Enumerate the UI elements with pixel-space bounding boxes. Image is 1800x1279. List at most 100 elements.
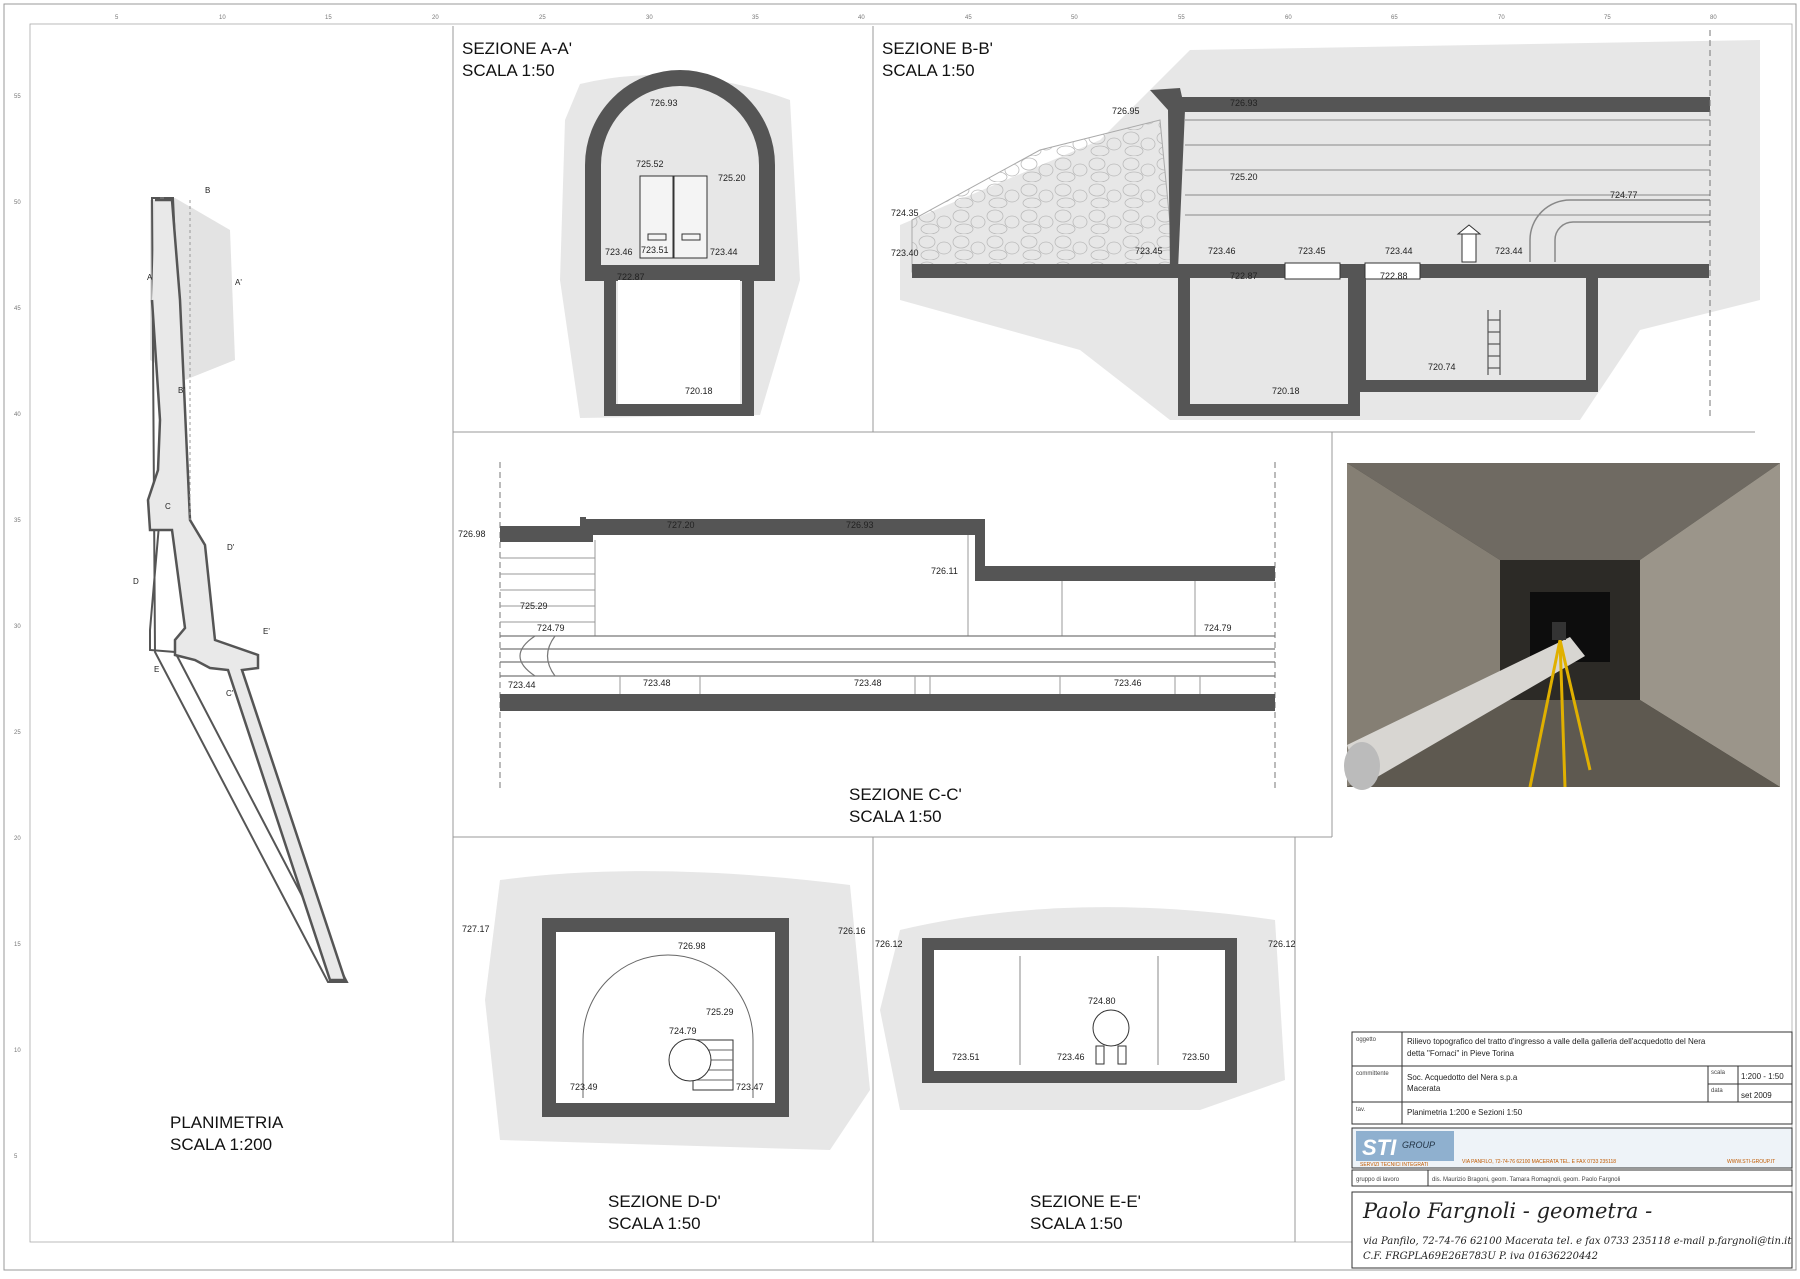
ruler-tick: 40	[858, 15, 865, 21]
elev-aa: 725.20	[718, 173, 746, 183]
oggetto-label: oggetto	[1356, 1037, 1377, 1043]
ruler-tick: 50	[1071, 15, 1078, 21]
cc-roof	[500, 517, 1275, 581]
planimetria-scale: SCALA 1:200	[170, 1135, 272, 1154]
tunnel-plan-body	[146, 198, 347, 982]
elev-aa: 722.87	[617, 272, 645, 282]
section-ee: 726.12 726.12 724.80 723.51 723.46 723.5…	[875, 907, 1296, 1233]
ruler-tick: 30	[646, 15, 653, 21]
section-bb: SEZIONE B-B' SCALA 1:50 726.95 726.93 72…	[882, 30, 1760, 420]
data-value: set 2009	[1741, 1091, 1772, 1100]
elev-cc: 726.93	[846, 520, 874, 530]
ruler-tick: 35	[14, 518, 21, 524]
section-aa: SEZIONE A-A' SCALA 1:50 726.93 725.52 72…	[462, 39, 800, 418]
title-block: oggetto Rilievo topografico del tratto d…	[1351, 1031, 1793, 1269]
ruler-tick: 5	[115, 15, 119, 21]
section-aa-title: SEZIONE A-A'	[462, 39, 572, 58]
elev-ee: 724.80	[1088, 996, 1116, 1006]
ruler-tick: 25	[539, 15, 546, 21]
elev-dd: 726.98	[678, 941, 706, 951]
elev-aa: 723.51	[641, 245, 669, 255]
signature-address: via Panfilo, 72-74-76 62100 Macerata tel…	[1363, 1236, 1792, 1247]
section-ee-scale: SCALA 1:50	[1030, 1214, 1123, 1233]
plan-label-e2: E'	[263, 627, 270, 636]
elev-cc: 723.48	[854, 678, 882, 688]
plan-label-d: D	[133, 577, 139, 586]
ruler-tick: 10	[14, 1048, 21, 1054]
ruler-tick: 65	[1391, 15, 1398, 21]
cc-pipe	[500, 635, 1275, 677]
elev-bb: 724.35	[891, 208, 919, 218]
plan-label-a: A	[147, 273, 153, 282]
ruler-tick: 45	[965, 15, 972, 21]
elev-ee: 723.46	[1057, 1052, 1085, 1062]
sti-logo-sub: SERVIZI TECNICI INTEGRATI	[1360, 1162, 1428, 1168]
ruler-tick: 55	[14, 94, 21, 100]
elev-bb: 723.44	[1385, 246, 1413, 256]
elev-dd: 724.79	[669, 1026, 697, 1036]
tunnel-photo	[1344, 463, 1780, 790]
door-right	[673, 175, 708, 259]
elev-bb: 723.46	[1208, 246, 1236, 256]
elev-dd: 727.17	[462, 924, 490, 934]
ruler-tick: 5	[14, 1154, 18, 1160]
elev-dd: 723.47	[736, 1082, 764, 1092]
elev-aa: 723.44	[710, 247, 738, 257]
ruler-tick: 25	[14, 730, 21, 736]
ruler-tick: 75	[1604, 15, 1611, 21]
elev-aa: 720.18	[685, 386, 713, 396]
elev-cc: 723.46	[1114, 678, 1142, 688]
scala-label: scala	[1711, 1070, 1726, 1076]
sti-logo-address: VIA PANFILO, 72-74-76 62100 MACERATA TEL…	[1462, 1159, 1616, 1165]
plan-label-c2: C'	[226, 689, 234, 698]
committente-line1: Soc. Acquedotto del Nera s.p.a	[1407, 1073, 1518, 1082]
elev-cc: 724.79	[1204, 623, 1232, 633]
committente-line2: Macerata	[1407, 1084, 1441, 1093]
sti-logo-web: WWW.STI-GROUP.IT	[1727, 1159, 1775, 1165]
ruler-tick: 60	[1285, 15, 1292, 21]
elev-ee: 726.12	[1268, 939, 1296, 949]
elev-ee: 723.50	[1182, 1052, 1210, 1062]
ruler-tick: 20	[432, 15, 439, 21]
elev-bb: 723.45	[1135, 246, 1163, 256]
gruppo-value: dis. Maurizio Bragoni, geom. Tamara Roma…	[1432, 1177, 1620, 1183]
section-cc-title: SEZIONE C-C'	[849, 785, 962, 804]
gruppo-label: gruppo di lavoro	[1356, 1177, 1400, 1183]
cc-floor	[500, 694, 1275, 711]
elev-cc: 726.98	[458, 529, 486, 539]
elev-ee: 726.12	[875, 939, 903, 949]
plan-view: B A A' B' C D D' E E' C' PLANIMETRIA SCA…	[133, 186, 349, 1154]
oggetto-line2: detta "Fornaci" in Pieve Torina	[1407, 1049, 1514, 1058]
elev-cc: 723.44	[508, 680, 536, 690]
elev-cc: 725.29	[520, 601, 548, 611]
section-cc-scale: SCALA 1:50	[849, 807, 942, 826]
elev-cc: 723.48	[643, 678, 671, 688]
ruler-tick: 45	[14, 306, 21, 312]
ruler-tick: 35	[752, 15, 759, 21]
elev-aa: 723.46	[605, 247, 633, 257]
signature-cf: C.F. FRGPLA69E26E783U P. iva 01636220442	[1363, 1251, 1598, 1262]
elev-bb: 724.77	[1610, 190, 1638, 200]
plan-label-b: B	[205, 186, 210, 195]
signature-name: Paolo Fargnoli - geometra -	[1362, 1199, 1652, 1223]
ruler-tick: 55	[1178, 15, 1185, 21]
ruler-tick: 30	[14, 624, 21, 630]
section-bb-title: SEZIONE B-B'	[882, 39, 993, 58]
section-dd-title: SEZIONE D-D'	[608, 1192, 721, 1211]
ruler-tick: 50	[14, 200, 21, 206]
plan-label-a2: A'	[235, 278, 242, 287]
oggetto-line1: Rilievo topografico del tratto d'ingress…	[1407, 1037, 1706, 1046]
elev-bb: 726.93	[1230, 98, 1258, 108]
ruler-tick: 40	[14, 412, 21, 418]
ruler-tick: 10	[219, 15, 226, 21]
elev-bb: 723.40	[891, 248, 919, 258]
elev-bb: 723.44	[1495, 246, 1523, 256]
tunnel-roof	[1180, 97, 1710, 112]
elev-bb: 723.45	[1298, 246, 1326, 256]
elev-dd: 725.29	[706, 1007, 734, 1017]
plan-label-c: C	[165, 502, 171, 511]
planimetria-title: PLANIMETRIA	[170, 1113, 284, 1132]
elev-bb: 720.74	[1428, 362, 1456, 372]
sti-logo-group: GROUP	[1402, 1140, 1435, 1150]
elev-aa: 725.52	[636, 159, 664, 169]
